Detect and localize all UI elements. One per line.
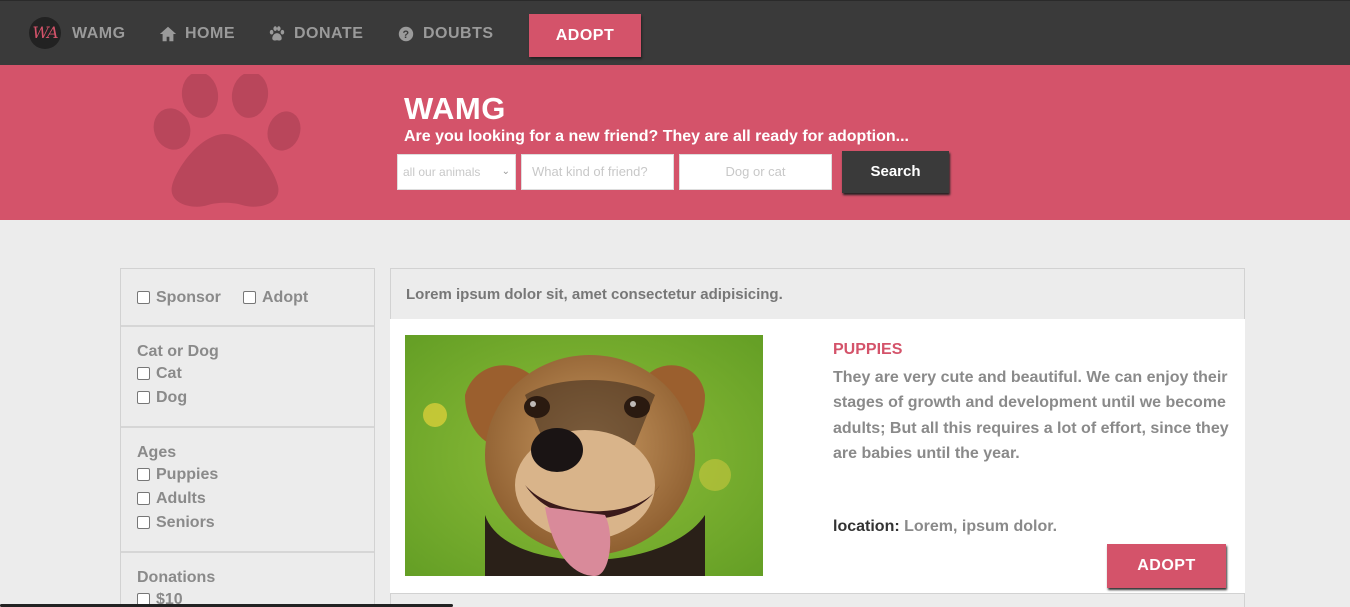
animal-filter-value: all our animals [403, 165, 481, 179]
card-title: PUPPIES [833, 341, 903, 358]
seniors-label: Seniors [156, 514, 215, 531]
hero-title: WAMG [404, 91, 506, 126]
cat-label: Cat [156, 365, 182, 382]
seniors-checkbox[interactable]: Seniors [137, 514, 215, 532]
nav-doubts-link[interactable]: ? DOUBTS [397, 25, 494, 43]
location-label: location: [833, 518, 900, 535]
cat-checkbox[interactable]: Cat [137, 365, 182, 383]
adults-label: Adults [156, 490, 206, 507]
adults-checkbox[interactable]: Adults [137, 490, 206, 508]
hero-banner: WAMG Are you looking for a new friend? T… [0, 65, 1350, 220]
ages-heading: Ages [137, 444, 177, 461]
filter-sidebar: Sponsor Adopt Cat or Dog Cat Dog Ages Pu… [120, 268, 375, 607]
ages-section: Ages Puppies Adults Seniors [121, 428, 374, 553]
svg-text:?: ? [402, 29, 409, 41]
nav-donate-label: DONATE [294, 25, 364, 42]
dog-label: Dog [156, 389, 188, 406]
species-heading: Cat or Dog [137, 343, 219, 360]
nav-brand-link[interactable]: WAMG [72, 25, 126, 43]
nav-doubts-label: DOUBTS [423, 25, 494, 42]
adoption-mode-section: Sponsor Adopt [121, 269, 374, 327]
nav-home-label: HOME [185, 25, 235, 42]
hero-subtitle: Are you looking for a new friend? They a… [404, 128, 909, 145]
content-header: Lorem ipsum dolor sit, amet consectetur … [390, 268, 1245, 319]
question-circle-icon: ? [398, 26, 414, 42]
sponsor-label: Sponsor [156, 289, 221, 306]
sponsor-checkbox[interactable]: Sponsor [137, 289, 221, 307]
card-description: They are very cute and beautiful. We can… [833, 369, 1229, 462]
species-section: Cat or Dog Cat Dog [121, 327, 374, 428]
content-header-text: Lorem ipsum dolor sit, amet consectetur … [406, 286, 783, 303]
checkbox-box[interactable] [137, 291, 150, 305]
puppies-checkbox[interactable]: Puppies [137, 466, 218, 484]
kind-of-friend-input[interactable]: What kind of friend? [521, 154, 674, 190]
adopt-label: Adopt [262, 289, 309, 306]
paw-icon [153, 74, 301, 207]
search-button[interactable]: Search [842, 151, 949, 193]
adopt-checkbox[interactable]: Adopt [243, 289, 308, 307]
checkbox-box[interactable] [137, 492, 150, 506]
top-navbar: WA WAMG HOME DONATE ? DOUBTS ADOPT [0, 0, 1350, 65]
nav-brand-label: WAMG [72, 25, 126, 42]
animal-card: PUPPIES They are very cute and beautiful… [390, 319, 1245, 593]
dog-photo [405, 335, 763, 576]
donations-section: Donations $10 [121, 553, 374, 607]
checkbox-box[interactable] [137, 468, 150, 482]
dog-or-cat-input[interactable]: Dog or cat [679, 154, 832, 190]
checkbox-box[interactable] [243, 291, 256, 305]
next-animal-card [390, 593, 1245, 607]
chevron-down-icon: ⌄ [501, 166, 510, 177]
card-location: location: Lorem, ipsum dolor. [833, 518, 1057, 536]
adopt-nav-button[interactable]: ADOPT [529, 14, 641, 57]
dog-checkbox[interactable]: Dog [137, 389, 187, 407]
logo[interactable]: WA [29, 17, 61, 49]
checkbox-box[interactable] [137, 391, 150, 405]
nav-home-link[interactable]: HOME [159, 25, 235, 43]
paw-icon [269, 26, 285, 41]
nav-donate-link[interactable]: DONATE [268, 25, 363, 43]
home-icon [159, 26, 177, 42]
puppies-label: Puppies [156, 466, 219, 483]
donations-heading: Donations [137, 569, 216, 586]
checkbox-box[interactable] [137, 516, 150, 530]
location-value: Lorem, ipsum dolor. [904, 518, 1058, 535]
checkbox-box[interactable] [137, 367, 150, 381]
animal-filter-select[interactable]: all our animals ⌄ [397, 154, 516, 190]
card-adopt-button[interactable]: ADOPT [1107, 544, 1226, 588]
